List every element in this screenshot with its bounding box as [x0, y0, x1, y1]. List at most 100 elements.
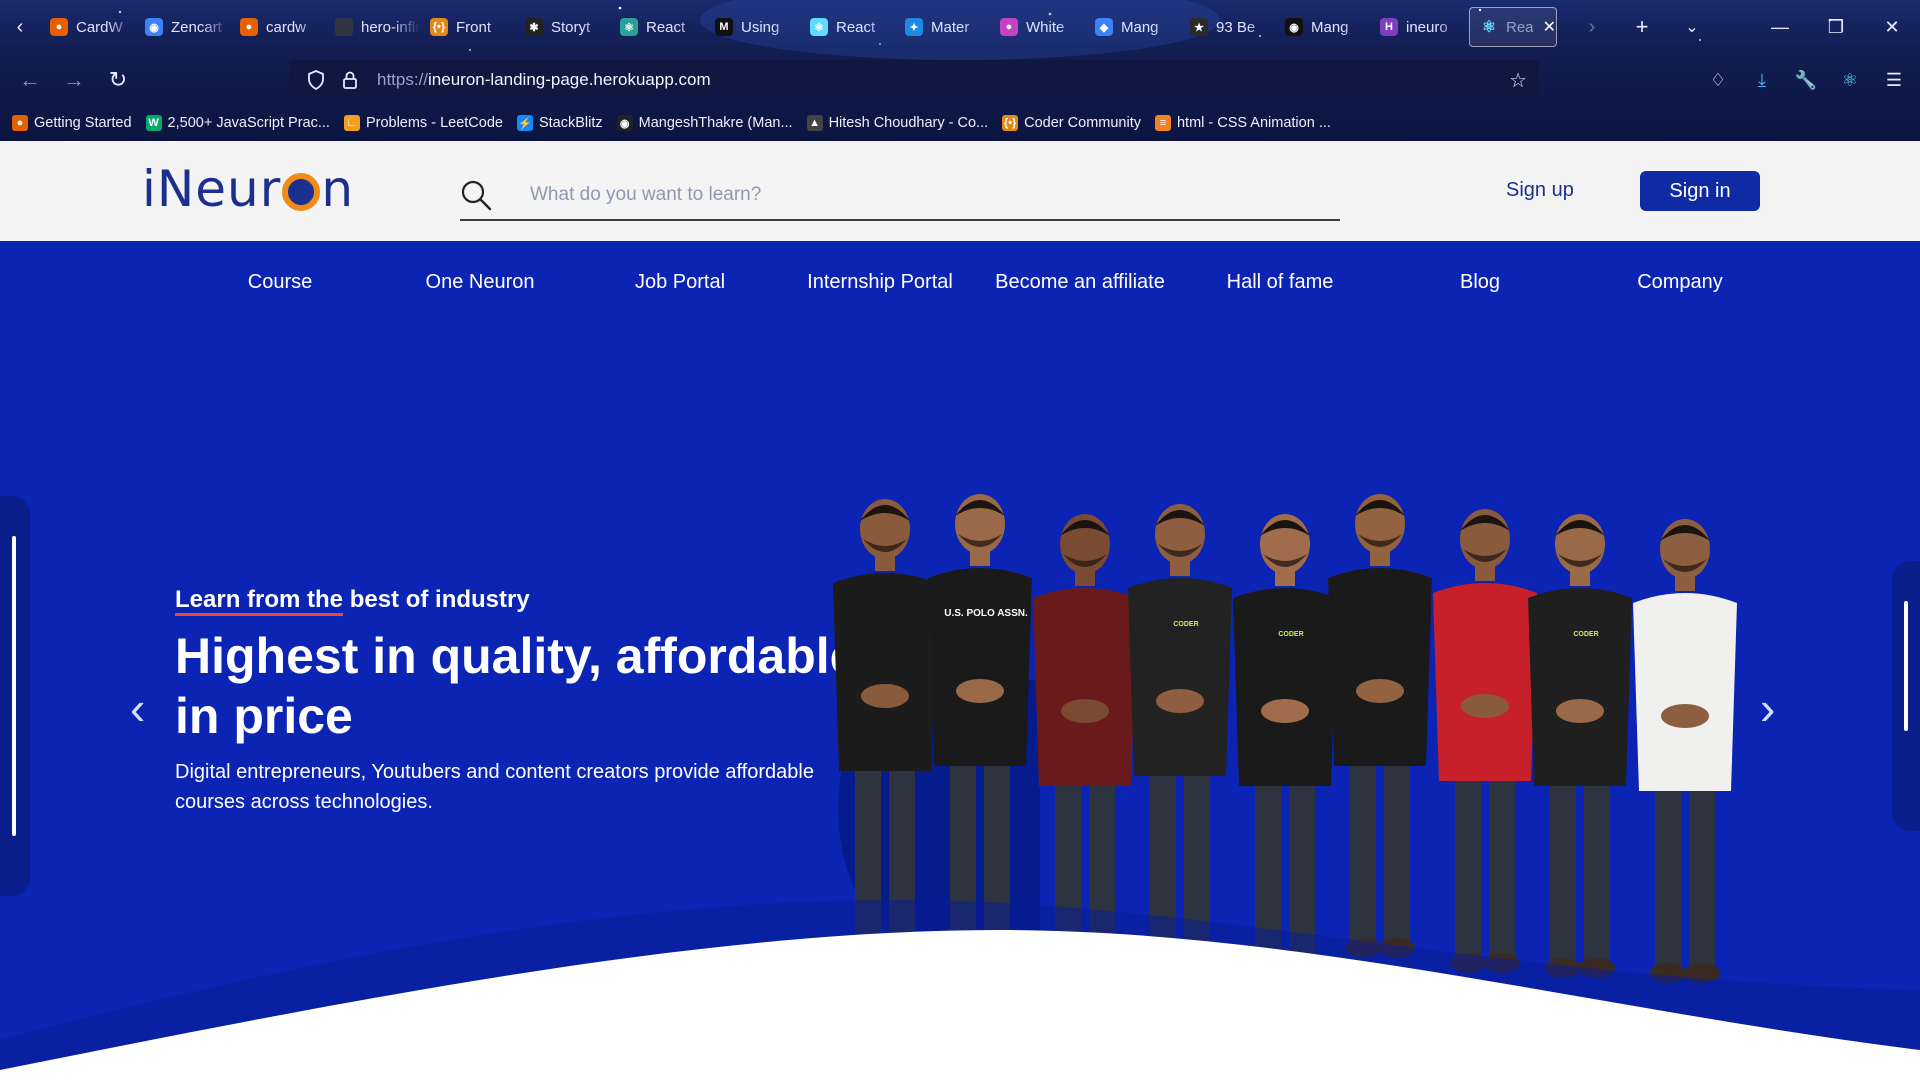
- tab-item[interactable]: ◉ Mang: [1275, 7, 1370, 47]
- tab-item[interactable]: ● cardw: [230, 7, 325, 47]
- tab-item[interactable]: hero-influ: [325, 7, 420, 47]
- list-all-tabs-icon[interactable]: ⌄: [1667, 17, 1717, 37]
- right-scroll-indicator[interactable]: [1892, 561, 1920, 831]
- new-tab-icon[interactable]: +: [1617, 14, 1667, 40]
- chevron-right-icon[interactable]: ›: [1567, 16, 1617, 39]
- bookmark-item[interactable]: {•} Coder Community: [1002, 115, 1141, 131]
- bookmark-item[interactable]: ≡ html - CSS Animation ...: [1154, 115, 1331, 131]
- tab-item[interactable]: Hineuro: [1370, 7, 1465, 47]
- bookmark-label: Problems - LeetCode: [365, 115, 503, 131]
- bookmark-label: Coder Community: [1024, 115, 1141, 131]
- github-icon: ◉: [616, 115, 633, 131]
- url-host: ineuron-landing-page.herokuapp.com: [428, 70, 711, 89]
- diamond-icon: ◆: [1095, 18, 1113, 36]
- url-protocol: https://: [377, 70, 429, 89]
- chevron-left-icon[interactable]: ‹: [0, 0, 40, 54]
- minimize-icon[interactable]: —: [1752, 0, 1808, 54]
- tab-label: White: [1026, 18, 1065, 36]
- bookmark-label: Hitesh Choudhary - Co...: [828, 115, 989, 131]
- menu-icon[interactable]: ☰: [1872, 58, 1916, 102]
- shield-icon[interactable]: [299, 70, 333, 90]
- tab-label: Rea: [1506, 18, 1533, 36]
- tab-item[interactable]: ◉ Zencart: [135, 7, 230, 47]
- download-icon[interactable]: ⤓: [1740, 58, 1784, 102]
- tab-active[interactable]: ⚛ Rea ✕: [1469, 7, 1557, 47]
- menu-item-course[interactable]: Course: [248, 271, 312, 294]
- tab-item[interactable]: ⚛ React: [800, 7, 895, 47]
- eyebrow-underlined: Learn from the: [175, 586, 344, 613]
- forward-icon[interactable]: →: [52, 62, 96, 98]
- bookmark-item[interactable]: ◉ MangeshThakre (Man...: [616, 115, 793, 131]
- bookmark-item[interactable]: ⚡ StackBlitz: [516, 115, 603, 131]
- tab-item[interactable]: ◆ Mang: [1085, 7, 1180, 47]
- back-icon[interactable]: ←: [8, 62, 52, 98]
- main-menu: Course One Neuron Job Portal Internship Por…: [0, 271, 1920, 301]
- menu-item-company[interactable]: Company: [1637, 271, 1723, 294]
- shirt-logo: U.S. POLO ASSN.: [944, 608, 1028, 619]
- url-bar[interactable]: https://ineuron-landing-page.herokuapp.c…: [289, 60, 1539, 100]
- tab-item[interactable]: ✦ Mater: [895, 7, 990, 47]
- firefox-icon: ●: [50, 18, 68, 36]
- sparkle-icon: ✱: [525, 18, 543, 36]
- react-icon: ⚛: [810, 18, 828, 36]
- close-tab-icon[interactable]: ✕: [1543, 17, 1556, 37]
- pocket-icon[interactable]: ♢: [1696, 58, 1740, 102]
- tab-item[interactable]: ⚛ React: [610, 7, 705, 47]
- tab-label: Mater: [931, 18, 970, 36]
- badge-icon: ★: [1190, 18, 1208, 36]
- logo-text-right: n: [321, 160, 355, 218]
- tab-label: hero-influ: [361, 18, 420, 36]
- firefox-icon: ●: [12, 115, 28, 131]
- bookmark-item[interactable]: ∟ Problems - LeetCode: [343, 115, 503, 131]
- sign-up-link[interactable]: Sign up: [1506, 179, 1574, 202]
- menu-item-job-portal[interactable]: Job Portal: [635, 271, 725, 294]
- tab-item[interactable]: ● White: [990, 7, 1085, 47]
- ineuron-logo[interactable]: iNeur n: [142, 160, 355, 218]
- tab-label: Mang: [1311, 18, 1349, 36]
- menu-item-blog[interactable]: Blog: [1460, 271, 1500, 294]
- menu-item-internship-portal[interactable]: Internship Portal: [807, 271, 953, 294]
- shirt-logo: CODER: [1573, 631, 1598, 638]
- tab-label: 93 Be: [1216, 18, 1256, 36]
- bookmarks-toolbar: ● Getting Started W 2,500+ JavaScript Prac.…: [12, 111, 1331, 135]
- restore-icon[interactable]: ❐: [1808, 0, 1864, 54]
- lock-icon[interactable]: [333, 70, 367, 90]
- search-icon[interactable]: [460, 179, 506, 211]
- left-scroll-indicator[interactable]: [0, 496, 30, 896]
- tab-item[interactable]: {•} Front: [420, 7, 515, 47]
- wrench-icon[interactable]: 🔧: [1784, 58, 1828, 102]
- search-bar: [460, 171, 1340, 221]
- tab-label: Front: [456, 18, 492, 36]
- tab-label: Mang: [1121, 18, 1159, 36]
- bookmark-label: StackBlitz: [538, 115, 603, 131]
- chevron-left-icon[interactable]: ‹: [130, 681, 145, 735]
- reload-icon[interactable]: ↻: [96, 62, 140, 98]
- tab-item[interactable]: ✱ Storyt: [515, 7, 610, 47]
- tab-item[interactable]: ● CardW: [40, 7, 135, 47]
- react-icon: ⚛: [620, 18, 638, 36]
- globe-icon: ◉: [145, 18, 163, 36]
- url-text[interactable]: https://ineuron-landing-page.herokuapp.c…: [377, 70, 711, 90]
- bookmark-star-icon[interactable]: ☆: [1509, 68, 1527, 93]
- hero-eyebrow: Learn from the best of industry: [175, 586, 530, 614]
- tab-label: React: [836, 18, 876, 36]
- bookmark-item[interactable]: ● Getting Started: [12, 115, 132, 131]
- bookmark-item[interactable]: W 2,500+ JavaScript Prac...: [145, 115, 330, 131]
- code-icon: {•}: [430, 18, 448, 36]
- react-devtools-icon[interactable]: ⚛: [1828, 58, 1872, 102]
- tab-item[interactable]: M Using: [705, 7, 800, 47]
- menu-item-become-an-affiliate[interactable]: Become an affiliate: [995, 271, 1165, 294]
- search-input[interactable]: [530, 184, 1290, 206]
- sign-in-button[interactable]: Sign in: [1640, 171, 1760, 211]
- menu-item-hall-of-fame[interactable]: Hall of fame: [1227, 271, 1334, 294]
- bolt-icon: ⚡: [516, 115, 533, 131]
- window-close-icon[interactable]: ✕: [1864, 0, 1920, 54]
- eyebrow-rest: best of industry: [343, 586, 530, 613]
- tab-label: Zencart: [171, 18, 222, 36]
- bookmark-item[interactable]: ▲ Hitesh Choudhary - Co...: [806, 115, 989, 131]
- tab-label: Using: [741, 18, 780, 36]
- tab-item[interactable]: ★ 93 Be: [1180, 7, 1275, 47]
- browser-chrome: ‹ ● CardW ◉ Zencart ● cardw hero-influ {•} Front…: [0, 0, 1920, 141]
- tab-label: Storyt: [551, 18, 591, 36]
- menu-item-one-neuron[interactable]: One Neuron: [426, 271, 535, 294]
